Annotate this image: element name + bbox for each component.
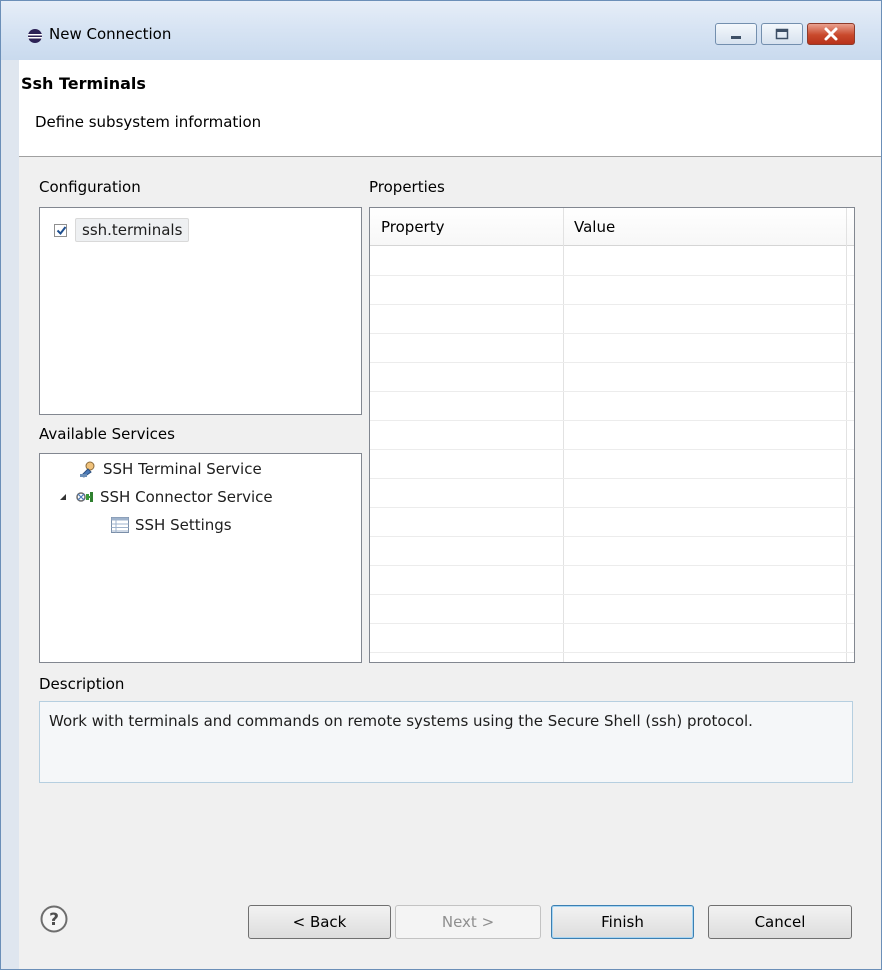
connector-service-icon — [76, 492, 93, 502]
available-services-label: Available Services — [39, 425, 175, 443]
table-row — [370, 594, 854, 595]
next-button[interactable]: Next > — [395, 905, 541, 939]
tree-item-ssh-connector-service[interactable]: SSH Connector Service — [58, 488, 273, 506]
table-row — [370, 275, 854, 276]
finish-button[interactable]: Finish — [551, 905, 694, 939]
tree-item-ssh-terminal-service[interactable]: SSH Terminal Service — [78, 460, 262, 478]
description-text: Work with terminals and commands on remo… — [49, 712, 753, 730]
minimize-icon — [731, 36, 741, 39]
table-row — [370, 623, 854, 624]
table-row — [370, 333, 854, 334]
eclipse-icon — [28, 29, 42, 43]
window-title: New Connection — [49, 25, 172, 43]
tree-item-ssh-settings[interactable]: SSH Settings — [110, 516, 232, 534]
table-row — [370, 652, 854, 653]
table-row — [370, 565, 854, 566]
configuration-item-label: ssh.terminals — [75, 218, 190, 242]
configuration-item[interactable]: ssh.terminals — [54, 217, 190, 243]
configuration-label: Configuration — [39, 178, 141, 196]
ssh-terminals-checkbox[interactable] — [54, 223, 67, 237]
tree-item-label: SSH Terminal Service — [103, 460, 262, 478]
table-row — [370, 362, 854, 363]
description-box: Work with terminals and commands on remo… — [39, 701, 853, 783]
column-header-value[interactable]: Value — [574, 218, 615, 236]
close-icon — [824, 27, 838, 41]
properties-table[interactable]: Property Value — [369, 207, 855, 663]
dialog-left-border — [1, 60, 19, 969]
terminal-service-icon — [80, 461, 95, 478]
settings-table-icon — [111, 517, 129, 533]
page-subtitle: Define subsystem information — [35, 113, 262, 131]
properties-label: Properties — [369, 178, 445, 196]
column-header-property[interactable]: Property — [381, 218, 444, 236]
available-services-tree[interactable]: SSH Terminal Service SSH Connector Servi… — [39, 453, 362, 663]
svg-text:?: ? — [49, 910, 59, 930]
maximize-icon — [775, 28, 789, 40]
table-row — [370, 536, 854, 537]
table-row — [370, 449, 854, 450]
cancel-button[interactable]: Cancel — [708, 905, 852, 939]
configuration-list[interactable]: ssh.terminals — [39, 207, 362, 415]
maximize-button[interactable] — [761, 23, 803, 45]
new-connection-dialog: New Connection Ssh Terminals Define subs… — [0, 0, 882, 970]
table-row — [370, 420, 854, 421]
help-icon[interactable]: ? — [39, 904, 69, 934]
minimize-button[interactable] — [715, 23, 757, 45]
properties-table-header: Property Value — [370, 208, 854, 246]
checkmark-icon — [56, 225, 67, 235]
table-row — [370, 391, 854, 392]
table-row — [370, 478, 854, 479]
table-row — [370, 304, 854, 305]
tree-item-label: SSH Connector Service — [100, 488, 273, 506]
wizard-header: Ssh Terminals Define subsystem informati… — [19, 60, 881, 157]
table-row — [370, 507, 854, 508]
page-title: Ssh Terminals — [21, 74, 146, 93]
tree-item-label: SSH Settings — [135, 516, 232, 534]
expand-triangle-icon[interactable] — [58, 492, 68, 502]
title-bar[interactable]: New Connection — [1, 1, 881, 60]
close-button[interactable] — [807, 23, 855, 45]
back-button[interactable]: < Back — [248, 905, 391, 939]
description-label: Description — [39, 675, 125, 693]
